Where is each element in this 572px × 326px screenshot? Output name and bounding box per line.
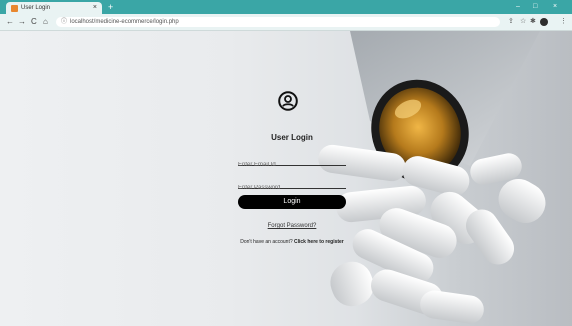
extensions-icon[interactable]: ✱ — [530, 16, 536, 28]
page-title: User Login — [271, 133, 313, 142]
star-icon[interactable]: ☆ — [520, 16, 526, 28]
login-page: User Login Login Forgot Password? Don't … — [0, 31, 572, 326]
tab-close-icon[interactable]: × — [93, 3, 97, 13]
register-prompt: Don't have an account? — [240, 239, 293, 245]
tab-title: User Login — [21, 5, 51, 11]
new-tab-button[interactable]: + — [108, 1, 113, 13]
favicon-icon — [11, 5, 18, 12]
menu-icon[interactable]: ⋮ — [560, 16, 567, 28]
login-button[interactable]: Login — [238, 195, 346, 209]
login-form: User Login Login Forgot Password? Don't … — [232, 87, 352, 257]
forgot-password-link[interactable]: Forgot Password? — [232, 222, 352, 230]
back-icon[interactable]: ← — [6, 16, 14, 28]
maximize-icon[interactable]: □ — [533, 1, 537, 13]
user-icon — [278, 91, 298, 111]
share-icon[interactable]: ⇪ — [508, 16, 514, 28]
email-field[interactable] — [238, 159, 346, 171]
url-text[interactable]: localhost/medicine-ecommerce/login.php — [70, 17, 179, 27]
minimize-icon[interactable]: – — [516, 1, 520, 13]
site-info-icon[interactable]: ⓘ — [61, 17, 67, 27]
register-row: Don't have an account? Click here to reg… — [226, 238, 358, 246]
password-field[interactable] — [238, 182, 346, 194]
tab-user-login[interactable]: User Login × — [6, 2, 102, 14]
tab-strip: User Login × + – □ × — [0, 0, 572, 14]
browser-toolbar: ← → C ⌂ ⓘ localhost/medicine-ecommerce/l… — [0, 14, 572, 31]
reload-icon[interactable]: C — [31, 16, 37, 28]
profile-avatar[interactable] — [540, 18, 548, 26]
home-icon[interactable]: ⌂ — [43, 16, 48, 28]
close-window-icon[interactable]: × — [553, 1, 557, 13]
register-link[interactable]: Click here to register — [294, 239, 344, 245]
browser-window: User Login × + – □ × ← → C ⌂ ⓘ localhost… — [0, 0, 572, 326]
forward-icon[interactable]: → — [18, 16, 26, 28]
password-field-wrapper — [238, 176, 346, 194]
address-bar[interactable]: ⓘ localhost/medicine-ecommerce/login.php — [56, 17, 500, 27]
email-field-wrapper — [238, 153, 346, 171]
